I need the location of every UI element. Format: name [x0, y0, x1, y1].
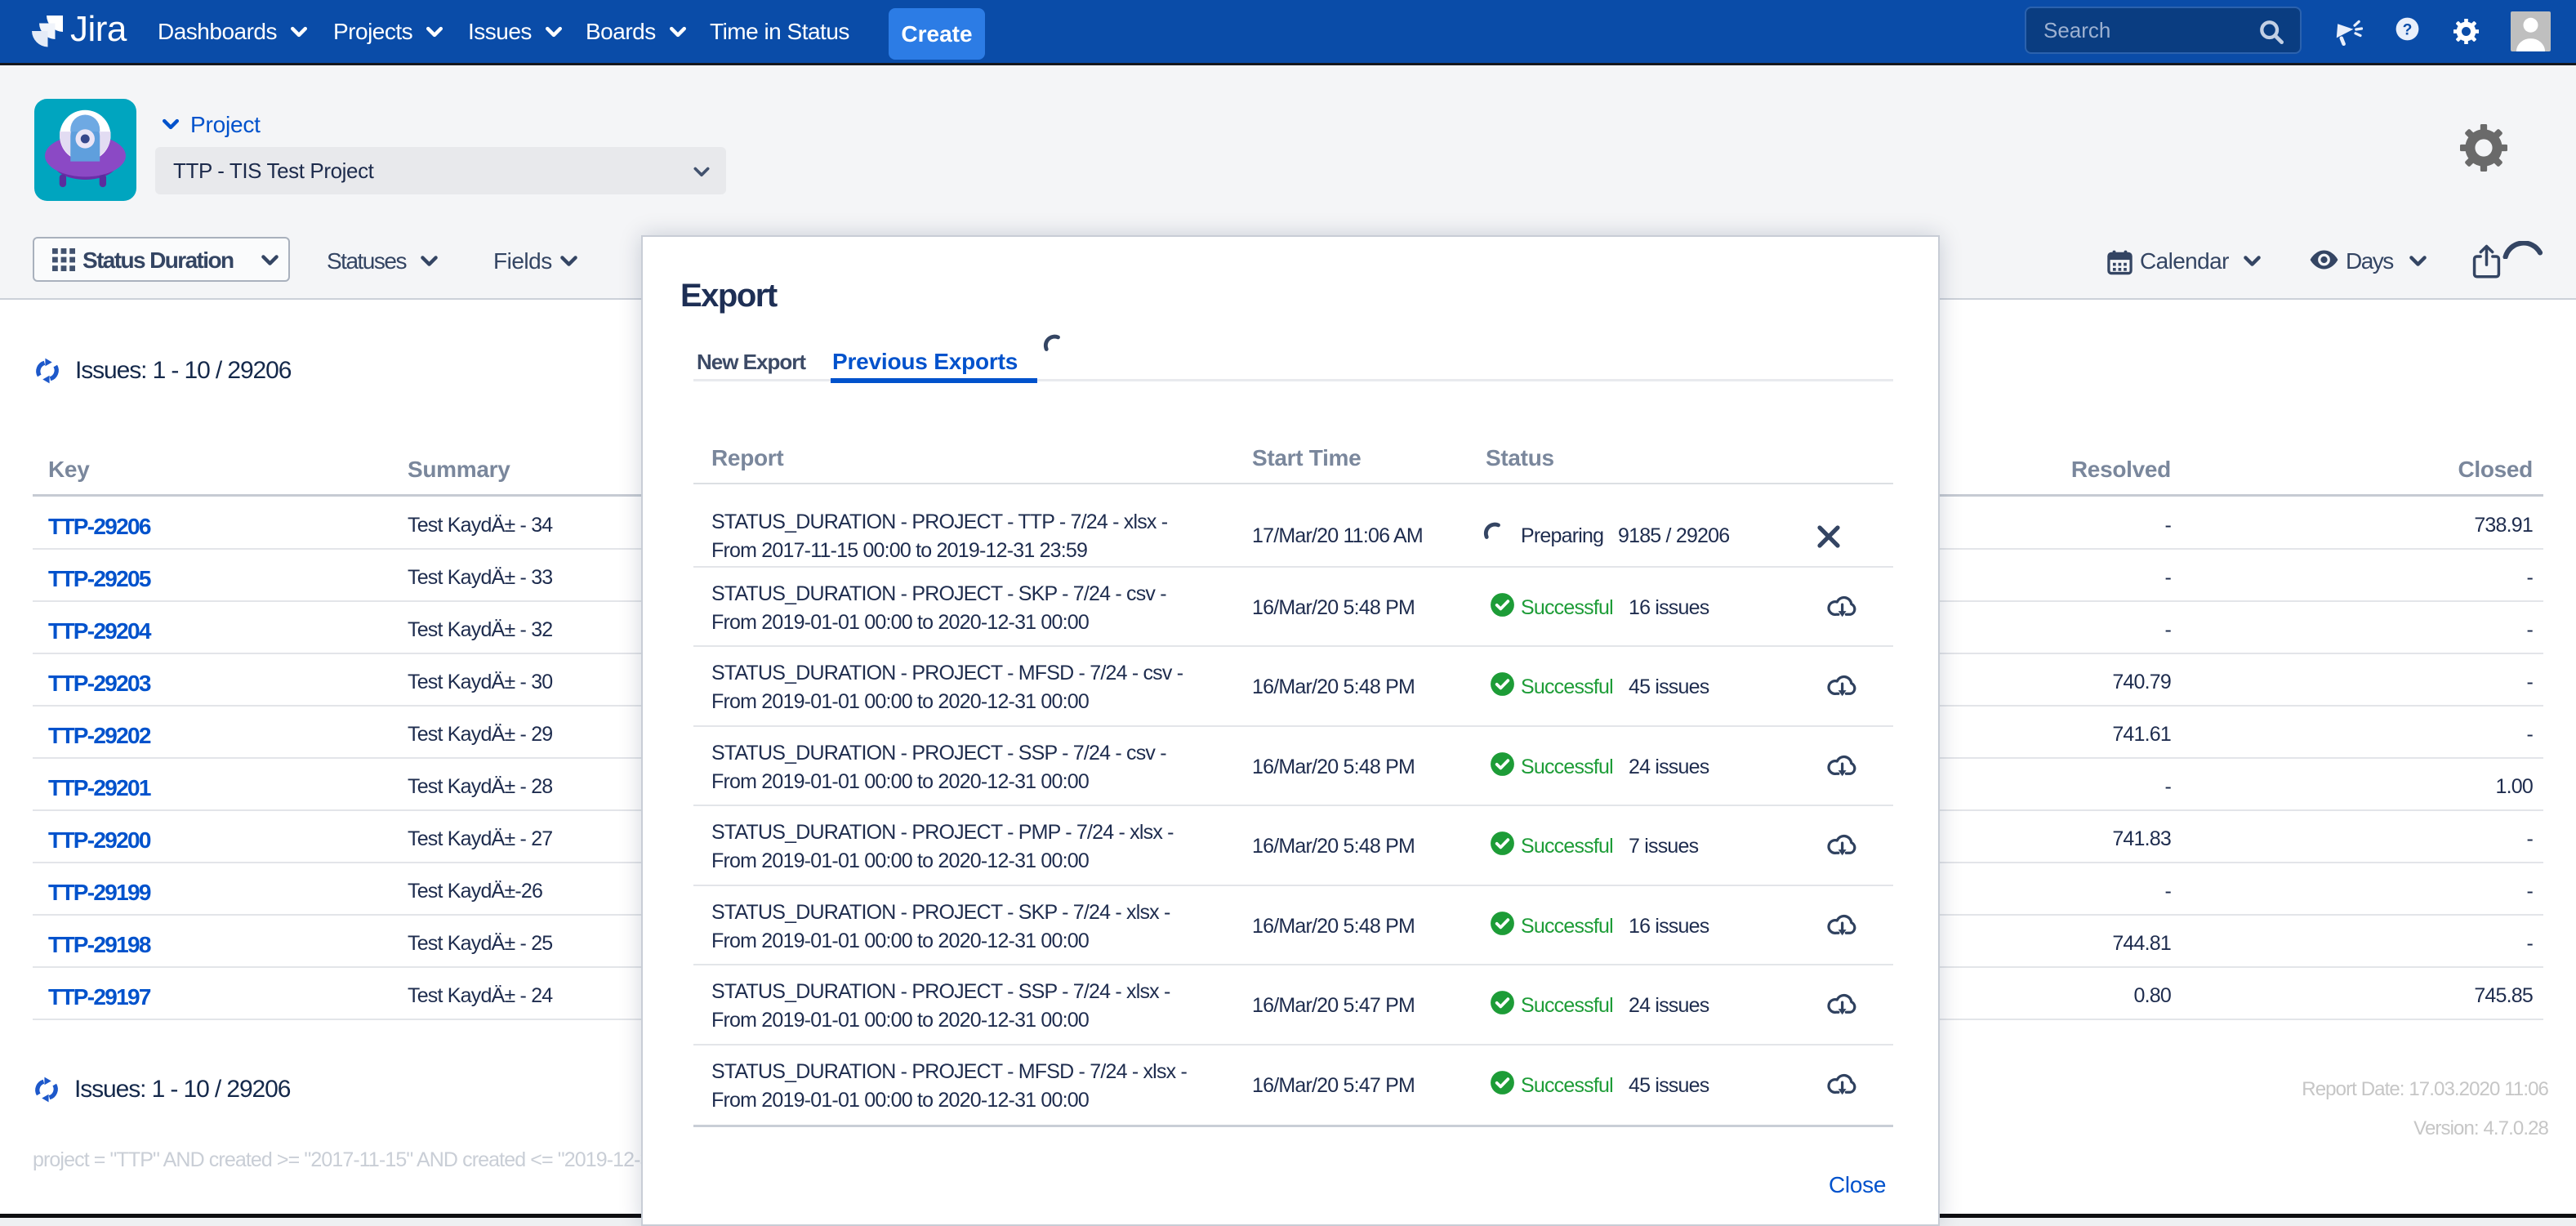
svg-text:?: ?	[2403, 21, 2413, 38]
